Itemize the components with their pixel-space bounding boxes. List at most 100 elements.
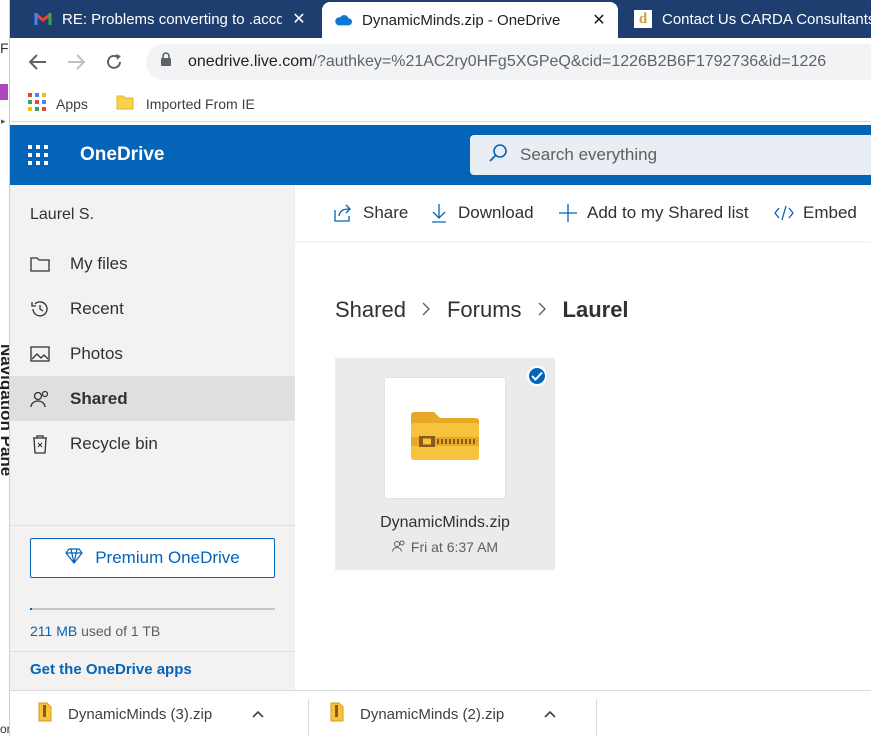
storage-total: used of 1 TB xyxy=(77,623,161,639)
sidebar-item-label: My files xyxy=(70,253,128,273)
storage-meter xyxy=(30,608,275,610)
address-bar[interactable]: onedrive.live.com/?authkey=%21AC2ry0HFg5… xyxy=(146,44,871,80)
selected-checkmark-icon[interactable] xyxy=(527,366,547,386)
download-name: DynamicMinds (2).zip xyxy=(360,705,505,723)
premium-onedrive-button[interactable]: Premium OneDrive xyxy=(30,538,275,578)
tab-carda[interactable]: d Contact Us CARDA Consultants xyxy=(622,0,871,38)
close-icon[interactable]: ✕ xyxy=(290,9,308,29)
embed-button[interactable]: Embed xyxy=(773,203,857,223)
downloads-bar: DynamicMinds (3).zip DynamicMinds (2).zi… xyxy=(10,690,871,736)
file-meta: Fri at 6:37 AM xyxy=(335,539,555,555)
file-name[interactable]: DynamicMinds.zip xyxy=(335,514,555,532)
sidebar-item-recycle-bin[interactable]: Recycle bin xyxy=(10,421,295,466)
diamond-icon xyxy=(65,547,83,569)
sidebar-item-label: Recycle bin xyxy=(70,433,158,453)
bookmark-label: Apps xyxy=(56,95,88,112)
search-icon xyxy=(488,143,508,168)
image-icon xyxy=(28,345,52,362)
lock-icon[interactable] xyxy=(160,52,172,72)
chevron-up-icon[interactable] xyxy=(544,710,556,718)
sidebar-item-label: Recent xyxy=(70,298,124,318)
zip-file-icon xyxy=(330,702,344,726)
people-icon xyxy=(28,390,52,408)
sidebar-item-recent[interactable]: Recent xyxy=(10,286,295,331)
share-label: Share xyxy=(363,203,409,222)
download-button[interactable]: Download xyxy=(428,203,534,223)
sidebar-item-label: Photos xyxy=(70,343,123,363)
folder-outline-icon xyxy=(28,256,52,272)
chevron-right-icon xyxy=(422,300,431,321)
breadcrumb-shared[interactable]: Shared xyxy=(335,297,406,323)
history-icon xyxy=(28,299,52,319)
tab-title: RE: Problems converting to .accdb xyxy=(62,10,282,28)
sidebar-item-label: Shared xyxy=(70,388,128,408)
bookmarks-bar: Apps Imported From IE xyxy=(10,86,871,122)
forward-arrow-icon[interactable] xyxy=(60,46,92,78)
share-icon xyxy=(333,204,355,222)
browser-tab-bar: RE: Problems converting to .accdb ✕ Dyna… xyxy=(10,0,871,38)
onedrive-brand[interactable]: OneDrive xyxy=(80,144,164,166)
sidebar-divider xyxy=(10,651,295,652)
add-to-shared-list-label: Add to my Shared list xyxy=(587,203,749,222)
file-modified-time: Fri at 6:37 AM xyxy=(410,539,499,555)
command-bar: Share Download Add to my Shared list Emb… xyxy=(295,185,871,241)
get-apps-link[interactable]: Get the OneDrive apps xyxy=(30,661,192,678)
download-item[interactable]: DynamicMinds (2).zip xyxy=(330,691,556,736)
url-host: onedrive.live.com xyxy=(188,53,313,70)
gmail-icon xyxy=(34,10,52,28)
breadcrumb-forums[interactable]: Forums xyxy=(447,297,522,323)
file-tile[interactable]: DynamicMinds.zip Fri at 6:37 AM xyxy=(335,358,555,570)
zip-file-icon xyxy=(38,702,52,726)
underlying-window-arrow-icon: ▸ xyxy=(1,116,6,126)
carda-d-icon: d xyxy=(634,10,652,28)
embed-label: Embed xyxy=(803,203,857,222)
app-launcher-waffle-icon[interactable] xyxy=(28,145,48,165)
download-icon xyxy=(428,203,450,223)
tab-title: DynamicMinds.zip - OneDrive xyxy=(362,11,561,29)
sidebar-item-my-files[interactable]: My files xyxy=(10,241,295,286)
download-separator xyxy=(308,699,309,736)
breadcrumb: Shared Forums Laurel xyxy=(335,297,629,323)
onedrive-header: OneDrive Search everything xyxy=(10,125,871,185)
file-thumbnail xyxy=(385,378,505,498)
back-arrow-icon[interactable] xyxy=(22,46,54,78)
storage-meter-fill xyxy=(30,608,33,610)
download-name: DynamicMinds (3).zip xyxy=(68,705,213,723)
underlying-window-edge: F ▸ Navigation Pane or xyxy=(0,0,10,736)
close-icon[interactable]: ✕ xyxy=(590,10,608,30)
bookmark-label: Imported From IE xyxy=(145,95,255,112)
add-to-shared-list-button[interactable]: Add to my Shared list xyxy=(557,203,749,223)
chevron-up-icon[interactable] xyxy=(252,710,264,718)
underlying-navigation-pane-label: Navigation Pane xyxy=(0,344,10,477)
chevron-right-icon xyxy=(538,300,547,321)
bookmark-apps[interactable]: Apps xyxy=(28,93,88,114)
download-item[interactable]: DynamicMinds (3).zip xyxy=(38,691,264,736)
underlying-window-swatch xyxy=(0,84,8,100)
reload-icon[interactable] xyxy=(98,46,130,78)
storage-text: 211 MB used of 1 TB xyxy=(30,623,160,639)
zip-folder-icon xyxy=(409,409,481,468)
tab-title: Contact Us CARDA Consultants xyxy=(662,10,871,28)
user-name: Laurel S. xyxy=(30,206,95,223)
search-input[interactable]: Search everything xyxy=(470,135,871,175)
storage-used-link[interactable]: 211 MB xyxy=(30,623,77,639)
underlying-window-bottom-text: or xyxy=(0,722,10,736)
sidebar-divider xyxy=(10,525,295,526)
code-icon xyxy=(773,205,795,221)
share-button[interactable]: Share xyxy=(333,203,408,223)
premium-label: Premium OneDrive xyxy=(95,548,240,567)
sidebar-item-shared[interactable]: Shared xyxy=(10,376,295,421)
address-url: onedrive.live.com/?authkey=%21AC2ry0HFg5… xyxy=(188,53,826,71)
onedrive-cloud-icon xyxy=(334,11,352,29)
apps-grid-icon xyxy=(28,93,46,114)
sidebar-item-photos[interactable]: Photos xyxy=(10,331,295,376)
bookmark-imported-from-ie[interactable]: Imported From IE xyxy=(116,94,255,113)
main-content: Share Download Add to my Shared list Emb… xyxy=(295,185,871,690)
browser-toolbar: onedrive.live.com/?authkey=%21AC2ry0HFg5… xyxy=(10,38,871,86)
plus-icon xyxy=(557,204,579,222)
tab-onedrive[interactable]: DynamicMinds.zip - OneDrive ✕ xyxy=(322,2,618,38)
tab-gmail[interactable]: RE: Problems converting to .accdb ✕ xyxy=(22,0,318,38)
download-separator xyxy=(596,699,597,736)
download-label: Download xyxy=(458,203,534,222)
sidebar: Laurel S. My files Recent Photos Shared … xyxy=(10,185,295,690)
